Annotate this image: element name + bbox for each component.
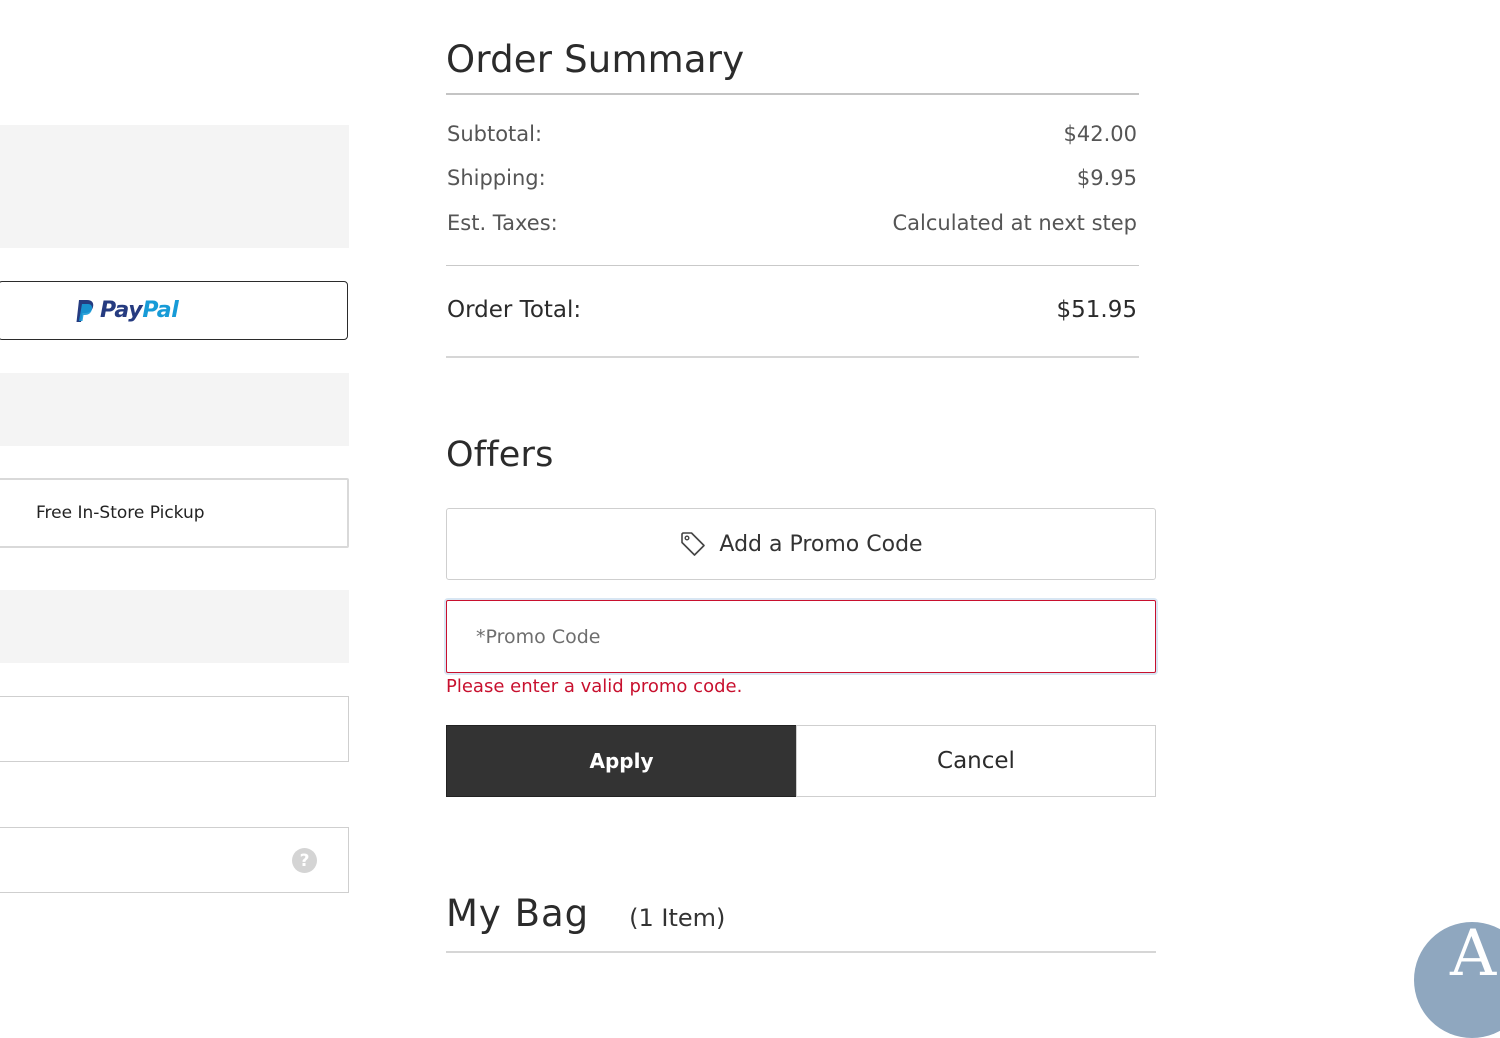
paypal-wordmark: PayPal [100,298,179,323]
paypal-logo-icon [76,299,94,322]
order-total-value: $51.95 [1056,297,1137,323]
add-promo-code-button[interactable]: Add a Promo Code [446,508,1156,580]
add-promo-code-label: Add a Promo Code [719,531,923,557]
apply-button[interactable]: Apply [446,725,797,797]
loading-placeholder-block [0,590,349,663]
avatar-letter: A [1450,922,1497,991]
bag-item-count: (1 Item) [629,904,726,932]
loading-placeholder-block [0,373,349,446]
subtotal-label: Subtotal: [447,122,543,146]
paypal-logo: PayPal [75,298,179,323]
shipping-value: $9.95 [1076,166,1137,190]
tag-icon [681,532,706,556]
my-bag-title: My Bag [446,892,590,935]
pickup-option-label: Free In-Store Pickup [36,503,205,523]
left-text-field[interactable] [0,696,349,762]
left-text-field-with-help[interactable]: ? [0,827,349,893]
taxes-label: Est. Taxes: [447,211,558,235]
promo-code-field-focus-ring [444,598,1158,675]
loading-placeholder-block [0,125,349,248]
taxes-value: Calculated at next step [892,211,1137,235]
checkout-main-column: Order Summary Subtotal: $42.00 Shipping:… [444,0,1158,974]
divider [446,951,1156,953]
subtotal-value: $42.00 [1063,122,1137,146]
shipping-label: Shipping: [447,166,546,190]
taxes-row: Est. Taxes: Calculated at next step [447,211,1137,235]
paypal-word-pal: Pal [142,298,179,323]
free-in-store-pickup-option[interactable]: Free In-Store Pickup [0,478,349,548]
divider [446,356,1139,358]
paypal-word-pay: Pay [100,298,143,323]
promo-code-input[interactable] [446,600,1156,673]
order-total-row: Order Total: $51.95 [447,297,1137,323]
checkout-left-panel: PayPal Free In-Store Pickup ? [0,0,349,974]
paypal-button[interactable]: PayPal [0,281,348,340]
divider [446,265,1139,266]
offers-title: Offers [446,435,554,475]
promo-code-error-message: Please enter a valid promo code. [446,676,743,697]
my-bag-header: My Bag (1 Item) [446,892,725,935]
order-total-label: Order Total: [447,297,582,323]
subtotal-row: Subtotal: $42.00 [447,122,1137,146]
help-icon[interactable]: ? [292,848,317,873]
shipping-row: Shipping: $9.95 [447,166,1137,190]
cancel-button[interactable]: Cancel [796,725,1156,797]
order-summary-title: Order Summary [446,38,745,81]
divider [446,93,1139,95]
avatar[interactable]: A [1414,922,1500,1038]
